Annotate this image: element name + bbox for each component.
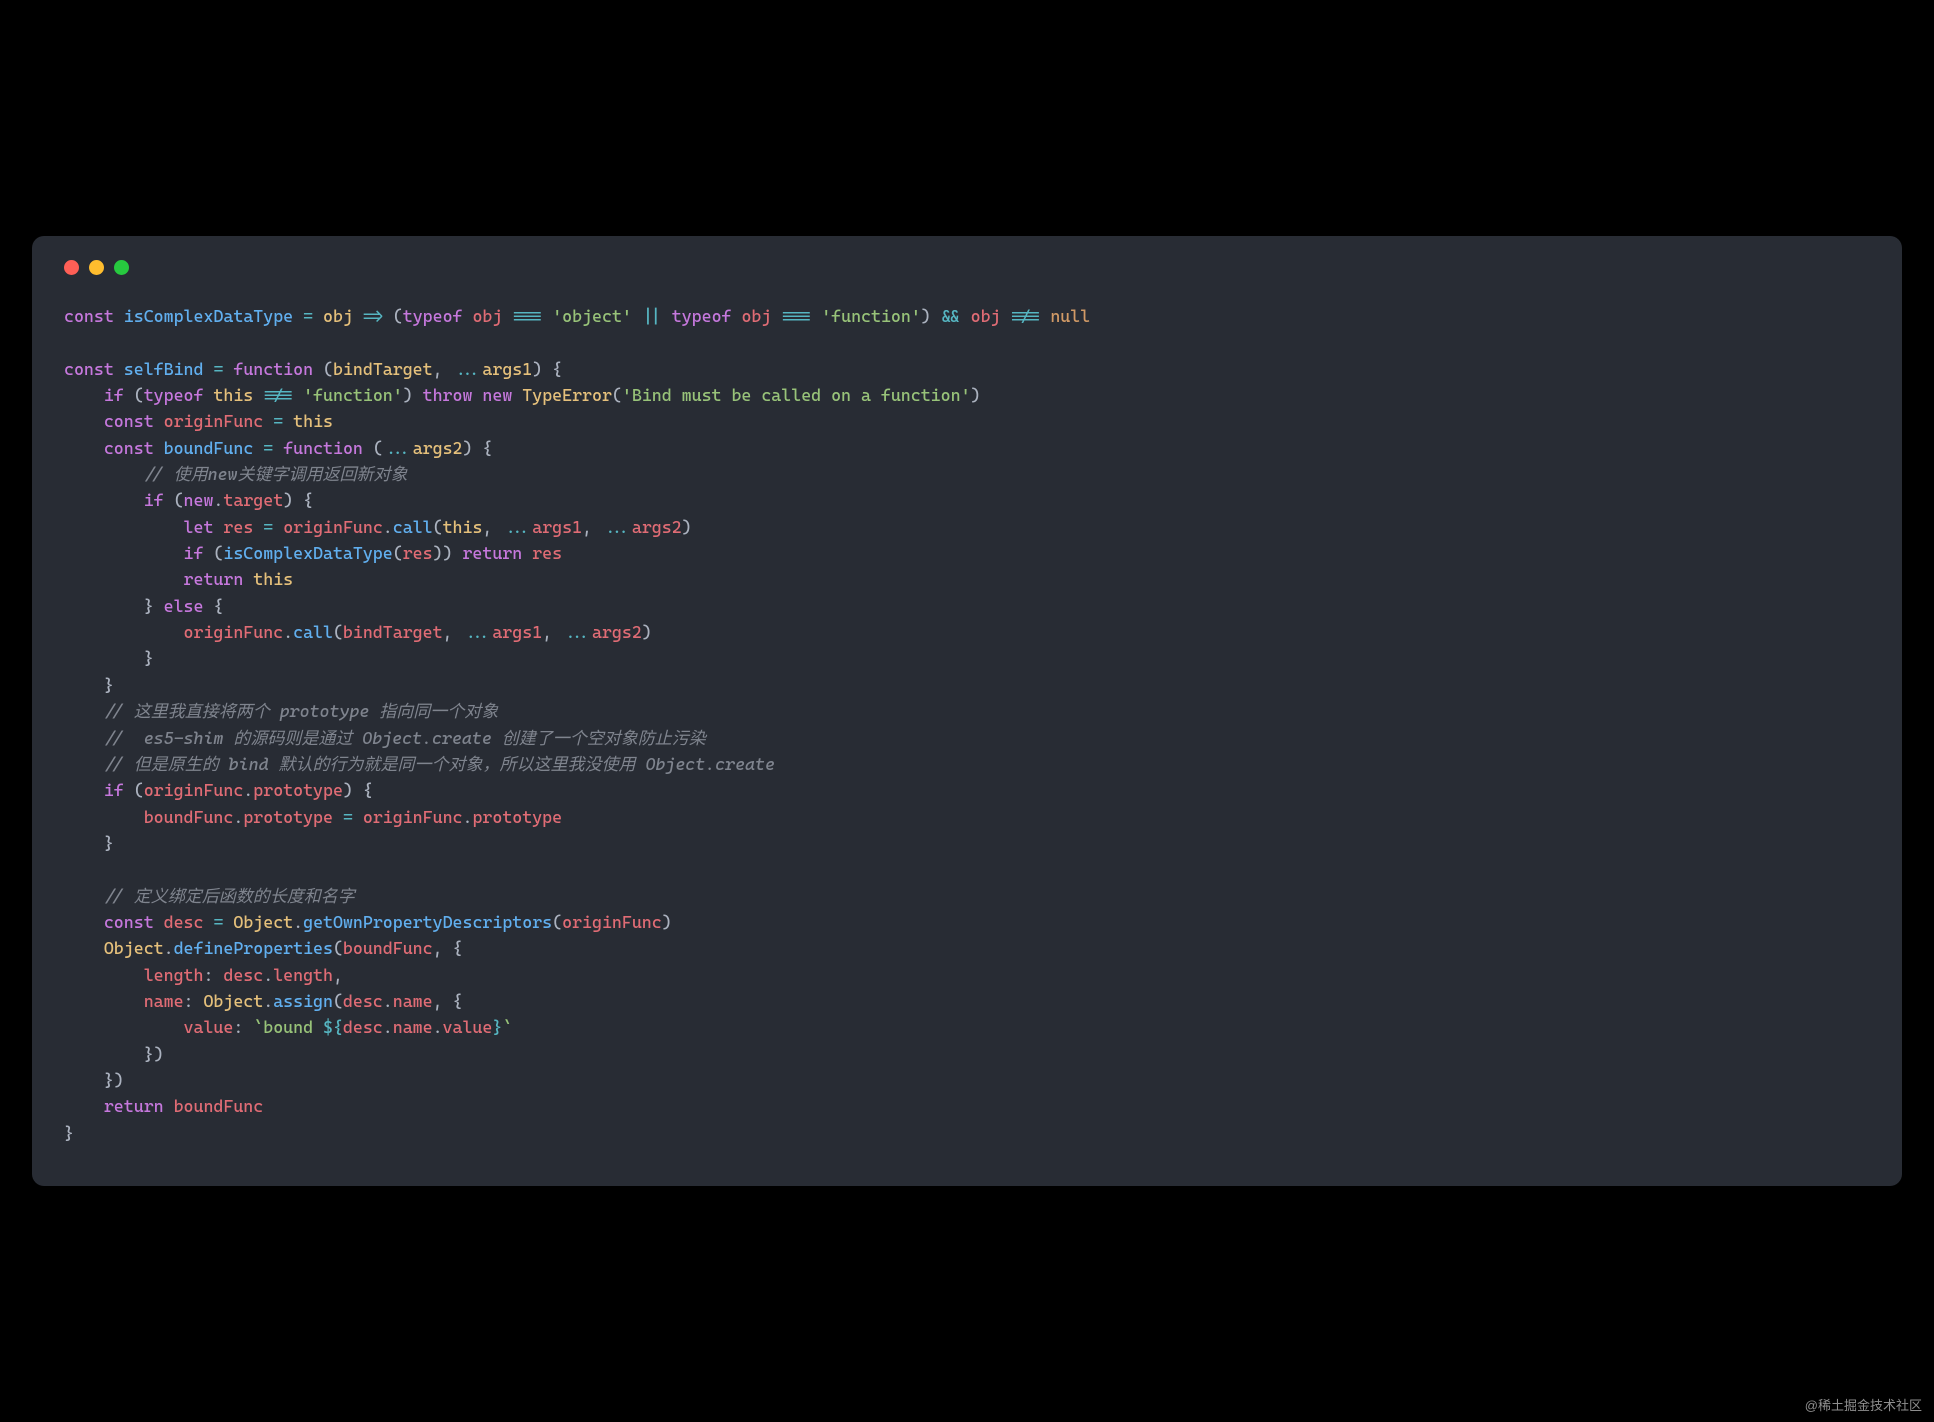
maximize-icon[interactable] xyxy=(114,260,129,275)
close-icon[interactable] xyxy=(64,260,79,275)
watermark: @稀土掘金技术社区 xyxy=(1805,1395,1922,1414)
minimize-icon[interactable] xyxy=(89,260,104,275)
code-window: const isComplexDataType = obj => (typeof… xyxy=(32,236,1902,1186)
window-controls xyxy=(64,260,1870,275)
code-content: const isComplexDataType = obj => (typeof… xyxy=(64,303,1870,1146)
